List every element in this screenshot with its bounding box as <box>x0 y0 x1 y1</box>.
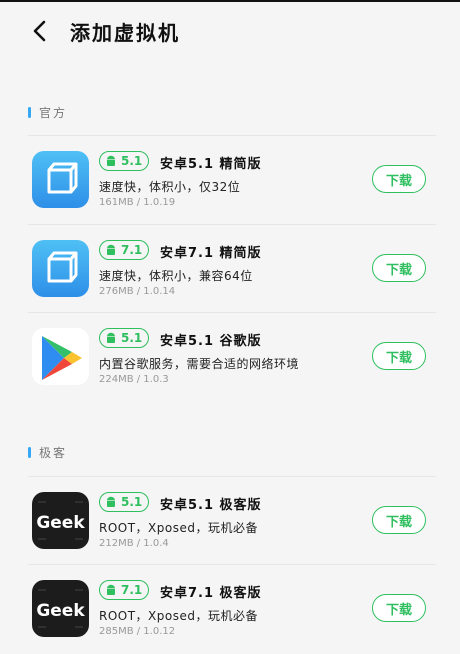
app-name: 安卓5.1 谷歌版 <box>160 334 262 349</box>
list-item[interactable]: Geek 7.1 安卓7.1 极客版 ROOT，Xposed，玩机必备 285M… <box>0 566 460 654</box>
download-button[interactable]: 下载 <box>372 594 426 622</box>
geek-icon: Geek <box>32 492 89 549</box>
section-accent-bar <box>28 447 31 458</box>
app-description: 内置谷歌服务，需要合适的网络环境 <box>99 357 300 371</box>
app-name: 安卓5.1 极客版 <box>160 498 262 513</box>
version-text: 5.1 <box>121 154 143 168</box>
section-header-official: 官方 <box>28 104 67 121</box>
android-icon <box>104 331 118 345</box>
divider <box>28 224 436 225</box>
play-store-icon <box>32 328 89 385</box>
list-item[interactable]: 7.1 安卓7.1 精简版 速度快，体积小，兼容64位 276MB / 1.0.… <box>0 226 460 314</box>
version-text: 7.1 <box>121 583 143 597</box>
version-text: 5.1 <box>121 495 143 509</box>
list-item[interactable]: 5.1 安卓5.1 谷歌版 内置谷歌服务，需要合适的网络环境 224MB / 1… <box>0 314 460 402</box>
page-title: 添加虚拟机 <box>70 21 180 45</box>
android-icon <box>104 154 118 168</box>
cube-icon <box>32 151 89 208</box>
app-meta: 224MB / 1.0.3 <box>99 374 169 385</box>
app-name: 安卓7.1 极客版 <box>160 586 262 601</box>
app-description: ROOT，Xposed，玩机必备 <box>99 609 258 623</box>
divider <box>28 135 436 136</box>
svg-text:Geek: Geek <box>36 601 85 621</box>
app-description: ROOT，Xposed，玩机必备 <box>99 521 258 535</box>
app-description: 速度快，体积小，仅32位 <box>99 180 241 194</box>
download-button[interactable]: 下载 <box>372 254 426 282</box>
back-button[interactable] <box>28 14 54 48</box>
section-header-geek: 极客 <box>28 444 67 461</box>
app-description: 速度快，体积小，兼容64位 <box>99 269 253 283</box>
android-icon <box>104 583 118 597</box>
app-meta: 285MB / 1.0.12 <box>99 626 176 637</box>
app-header: 添加虚拟机 <box>0 2 460 64</box>
divider <box>28 312 436 313</box>
version-badge: 7.1 <box>99 580 149 600</box>
app-meta: 212MB / 1.0.4 <box>99 538 169 549</box>
version-text: 5.1 <box>121 331 143 345</box>
geek-icon: Geek <box>32 580 89 637</box>
svg-text:Geek: Geek <box>36 513 85 533</box>
section-accent-bar <box>28 107 31 118</box>
section-label: 官方 <box>39 106 68 120</box>
list-item[interactable]: 5.1 安卓5.1 精简版 速度快，体积小，仅32位 161MB / 1.0.1… <box>0 137 460 225</box>
list-item[interactable]: Geek 5.1 安卓5.1 极客版 ROOT，Xposed，玩机必备 212M… <box>0 478 460 566</box>
app-meta: 161MB / 1.0.19 <box>99 197 176 208</box>
divider <box>28 476 436 477</box>
version-badge: 5.1 <box>99 492 149 512</box>
app-name: 安卓5.1 精简版 <box>160 157 262 172</box>
cube-icon <box>32 240 89 297</box>
download-button[interactable]: 下载 <box>372 342 426 370</box>
version-badge: 5.1 <box>99 151 149 171</box>
version-text: 7.1 <box>121 243 143 257</box>
version-badge: 7.1 <box>99 240 149 260</box>
divider <box>28 564 436 565</box>
download-button[interactable]: 下载 <box>372 506 426 534</box>
android-icon <box>104 243 118 257</box>
app-meta: 276MB / 1.0.14 <box>99 286 176 297</box>
chevron-left-icon <box>33 20 46 42</box>
android-icon <box>104 495 118 509</box>
version-badge: 5.1 <box>99 328 149 348</box>
download-button[interactable]: 下载 <box>372 165 426 193</box>
section-label: 极客 <box>39 446 68 460</box>
app-name: 安卓7.1 精简版 <box>160 246 262 261</box>
